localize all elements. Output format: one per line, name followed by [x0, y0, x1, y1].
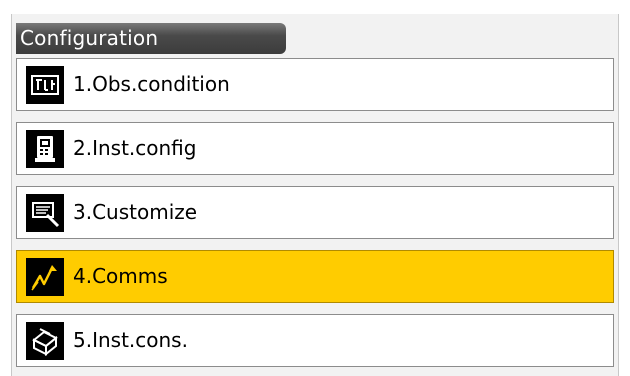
instrument-constants-icon: [26, 322, 64, 360]
customize-icon: [26, 194, 64, 232]
configuration-screen: Configuration 1.Obs.condition 2.Inst.con…: [11, 14, 619, 376]
menu-item-label: 2.Inst.config: [73, 136, 197, 160]
menu-item-inst-cons[interactable]: 5.Inst.cons.: [16, 314, 614, 367]
comms-icon: [26, 258, 64, 296]
page-title: Configuration: [16, 23, 286, 54]
menu-item-inst-config[interactable]: 2.Inst.config: [16, 122, 614, 175]
menu-item-obs-condition[interactable]: 1.Obs.condition: [16, 58, 614, 111]
menu-item-label: 4.Comms: [73, 264, 168, 288]
menu-item-comms[interactable]: 4.Comms: [16, 250, 614, 303]
instrument-config-icon: [26, 130, 64, 168]
menu-item-label: 5.Inst.cons.: [73, 328, 188, 352]
menu-item-label: 1.Obs.condition: [73, 72, 230, 96]
obs-condition-icon: [26, 66, 64, 104]
menu-item-customize[interactable]: 3.Customize: [16, 186, 614, 239]
menu-item-label: 3.Customize: [73, 200, 198, 224]
